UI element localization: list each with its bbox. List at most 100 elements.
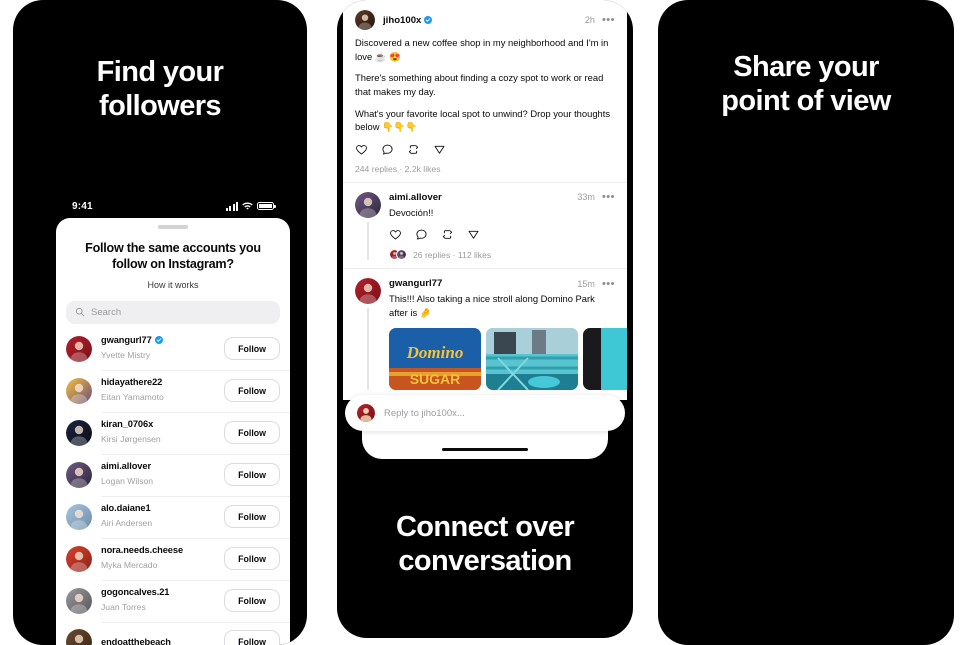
svg-text:SUGAR: SUGAR: [410, 371, 461, 387]
reply-main: gwangurl77 15m ••• This!!! Also taking a…: [389, 278, 627, 390]
sheet-grabber[interactable]: [158, 225, 188, 229]
avatar: [66, 377, 92, 404]
follow-suggestion-row[interactable]: gwangurl77 Yvette Mistry Follow: [56, 328, 290, 370]
avatar: [66, 545, 92, 572]
post-meta[interactable]: 244 replies · 2.2k likes: [355, 164, 615, 174]
follow-suggestion-row[interactable]: endoatthebeach Follow: [56, 621, 290, 645]
suggestion-text: nora.needs.cheese Myka Mercado: [101, 545, 224, 573]
verified-badge-icon: [154, 335, 163, 344]
post-media-thumb[interactable]: Domino SUGAR: [389, 327, 481, 390]
promo-headline-3: Share your point of view: [721, 51, 891, 118]
reply-composer-bar[interactable]: Reply to jiho100x...: [345, 395, 625, 431]
follow-button[interactable]: Follow: [224, 589, 280, 613]
phone-mockup-1: 9:41 Follow the same accounts you follow…: [52, 190, 294, 645]
more-options-icon[interactable]: •••: [602, 15, 615, 25]
thread-line: [367, 308, 369, 390]
thread-post[interactable]: aimi.allover 33m ••• Devoción!! 26 repli…: [343, 181, 627, 269]
reply-main: aimi.allover 33m ••• Devoción!! 26 repli…: [389, 192, 615, 261]
post-paragraph: What's your favorite local spot to unwin…: [355, 107, 611, 133]
follow-button[interactable]: Follow: [224, 379, 280, 403]
app-store-screenshot-gallery: Find your followers 9:41 Follow the same …: [0, 0, 968, 645]
battery-icon: [257, 201, 276, 211]
follow-button[interactable]: Follow: [224, 547, 280, 571]
repost-icon[interactable]: [407, 143, 420, 156]
share-icon[interactable]: [467, 228, 480, 241]
repost-icon[interactable]: [441, 228, 454, 241]
suggestion-name: Myka Mercado: [101, 559, 158, 570]
suggestion-text: kiran_0706x Kirsi Jørgensen: [101, 419, 224, 447]
follow-suggestion-row[interactable]: kiran_0706x Kirsi Jørgensen Follow: [56, 411, 290, 454]
how-it-works-link[interactable]: How it works: [56, 280, 290, 290]
post-media-thumb[interactable]: [486, 327, 578, 390]
wifi-icon: [242, 201, 253, 210]
cellular-signal-icon: [226, 201, 238, 211]
search-placeholder: Search: [91, 306, 122, 318]
more-options-icon[interactable]: •••: [602, 278, 615, 288]
thread-feed: jiho100x 2h ••• Discovered a new coffee …: [343, 0, 627, 400]
like-icon[interactable]: [355, 143, 368, 156]
post-timestamp: 33m: [577, 192, 595, 203]
post-handle[interactable]: gwangurl77: [389, 278, 442, 289]
follow-suggestions-list: gwangurl77 Yvette Mistry Follow hidayath…: [56, 328, 290, 645]
comment-icon[interactable]: [415, 228, 428, 241]
follow-suggestion-row[interactable]: hidayathere22 Eitan Yamamoto Follow: [56, 369, 290, 412]
follow-button[interactable]: Follow: [224, 421, 280, 445]
avatar: [66, 503, 92, 530]
post-timestamp: 2h: [584, 15, 595, 25]
avatar: [66, 587, 92, 614]
sheet-title: Follow the same accounts you follow on I…: [85, 240, 261, 272]
thread-post[interactable]: gwangurl77 15m ••• This!!! Also taking a…: [343, 268, 627, 397]
post-handle[interactable]: aimi.allover: [389, 192, 442, 203]
promo-headline-1: Find your followers: [96, 56, 224, 123]
follow-button[interactable]: Follow: [224, 630, 280, 645]
thread-post[interactable]: jiho100x 2h ••• Discovered a new coffee …: [343, 0, 627, 182]
suggestion-name: Logan Wilson: [101, 475, 154, 486]
reply-meta-row[interactable]: 26 replies · 112 likes: [389, 249, 615, 261]
verified-badge-icon: [424, 16, 433, 24]
suggestion-name: Eitan Yamamoto: [101, 391, 164, 402]
post-media-row[interactable]: Domino SUGAR: [389, 327, 627, 390]
follow-sheet: Follow the same accounts you follow on I…: [56, 218, 290, 645]
share-icon[interactable]: [433, 143, 446, 156]
suggestion-name: Juan Torres: [101, 601, 146, 612]
post-timestamp: 15m: [577, 278, 595, 289]
follow-suggestion-row[interactable]: nora.needs.cheese Myka Mercado Follow: [56, 537, 290, 580]
post-paragraph: Devoción!!: [389, 206, 434, 218]
comment-icon[interactable]: [381, 143, 394, 156]
post-body: Devoción!!: [389, 206, 615, 220]
status-time: 9:41: [72, 200, 93, 212]
avatar: [66, 335, 92, 362]
svg-text:Domino: Domino: [406, 343, 464, 362]
follow-suggestion-row[interactable]: alo.daiane1 Airi Andersen Follow: [56, 495, 290, 538]
post-header: gwangurl77 15m •••: [389, 278, 615, 289]
follow-suggestion-row[interactable]: aimi.allover Logan Wilson Follow: [56, 453, 290, 496]
suggestion-name: Airi Andersen: [101, 517, 153, 528]
avatar: [355, 191, 381, 218]
promo-headline-2: Connect over conversation: [395, 511, 575, 578]
more-options-icon[interactable]: •••: [602, 192, 615, 202]
suggestion-handle: endoatthebeach: [101, 636, 171, 645]
follow-suggestion-row[interactable]: gogoncalves.21 Juan Torres Follow: [56, 579, 290, 622]
suggestion-handle: aimi.allover: [101, 460, 151, 471]
follow-button[interactable]: Follow: [224, 505, 280, 529]
avatar: [355, 278, 381, 305]
reply-wrapper: gwangurl77 15m ••• This!!! Also taking a…: [355, 278, 627, 390]
search-icon: [75, 308, 85, 317]
avatar: [66, 461, 92, 488]
suggestion-text: alo.daiane1 Airi Andersen: [101, 503, 224, 531]
suggestion-text: gwangurl77 Yvette Mistry: [101, 335, 224, 363]
post-meta: 26 replies · 112 likes: [413, 249, 492, 260]
search-input[interactable]: Search: [66, 300, 280, 324]
post-header: jiho100x 2h •••: [355, 10, 615, 30]
suggestion-text: hidayathere22 Eitan Yamamoto: [101, 377, 224, 405]
post-handle[interactable]: jiho100x: [383, 15, 433, 26]
suggestion-handle: gwangurl77: [101, 335, 224, 345]
follow-button[interactable]: Follow: [224, 337, 280, 361]
home-indicator: [442, 447, 528, 451]
suggestion-text: endoatthebeach: [101, 637, 224, 645]
post-media-thumb[interactable]: [583, 327, 627, 390]
like-icon[interactable]: [389, 228, 402, 241]
follow-button[interactable]: Follow: [224, 463, 280, 487]
suggestion-handle: hidayathere22: [101, 376, 163, 387]
post-paragraph: There's something about finding a cozy s…: [355, 72, 604, 97]
